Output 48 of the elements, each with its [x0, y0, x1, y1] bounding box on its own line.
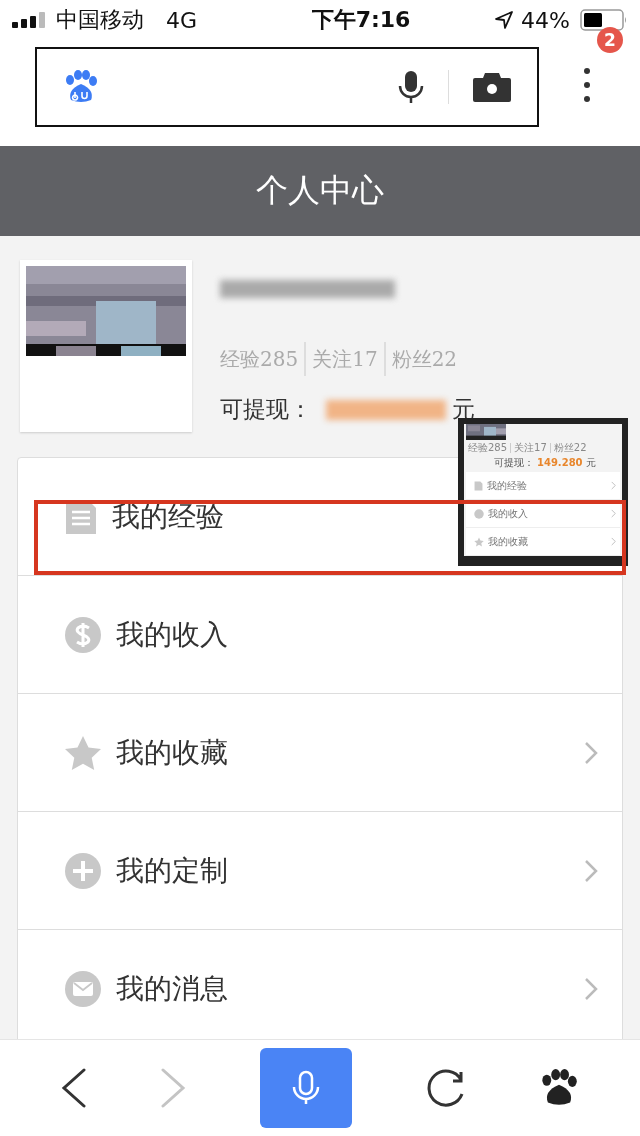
profile-stat: 粉丝22 [553, 442, 587, 454]
withdraw-amount: 149.280 [537, 456, 583, 470]
camera-icon[interactable] [473, 71, 511, 103]
chevron-right-icon [611, 509, 616, 518]
menu-item[interactable]: 我的收入 [64, 615, 228, 654]
chevron-right-icon [611, 537, 616, 546]
menu-item[interactable]: 我的消息 [64, 969, 228, 1008]
chevron-right-icon [584, 740, 598, 765]
page-title: 个人中心 [256, 170, 384, 211]
location-arrow-icon [495, 11, 514, 29]
paw-icon[interactable] [539, 1068, 580, 1108]
menu-item[interactable]: 我的定制 [64, 851, 228, 890]
profile-stat: 经验285 [220, 345, 299, 373]
network-type: 4G [166, 7, 198, 33]
menu-item-label: 我的收藏 [488, 534, 529, 549]
profile-stat: 关注17 [514, 442, 547, 454]
plus-icon [64, 851, 102, 890]
back-icon[interactable] [60, 1068, 87, 1108]
battery-percent: 44% [521, 7, 570, 33]
menu-item[interactable]: 我的经验 [64, 497, 224, 536]
microphone-icon[interactable] [398, 70, 424, 104]
star-icon [64, 734, 102, 771]
star-icon [474, 536, 484, 547]
profile-stat: 粉丝22 [391, 345, 458, 373]
carrier-name: 中国移动 [56, 6, 144, 34]
signal-icon [12, 12, 46, 28]
profile-stat: 经验285 [468, 442, 508, 454]
withdraw-label: 可提现： [220, 395, 312, 424]
battery-icon [580, 9, 628, 31]
chevron-right-icon [584, 858, 598, 883]
chevron-right-icon [611, 481, 616, 490]
currency-unit: 元 [585, 456, 596, 470]
refresh-icon[interactable] [425, 1068, 466, 1108]
more-menu-icon[interactable] [583, 67, 591, 103]
profile-stat: 关注17 [312, 345, 378, 373]
menu-item[interactable]: 我的收藏 [64, 733, 228, 772]
document-icon [474, 480, 483, 491]
search-field[interactable] [35, 47, 539, 127]
withdraw-label: 可提现： [494, 456, 534, 470]
menu-item-label: 我的经验 [487, 478, 528, 493]
microphone-icon [291, 1070, 321, 1106]
voice-search-button[interactable] [260, 1048, 352, 1128]
mail-icon [64, 969, 102, 1008]
clock-time: 下午7:16 [310, 6, 411, 34]
paw-logo-icon [63, 70, 99, 104]
chevron-right-icon [584, 976, 598, 1001]
menu-item-label: 我的收入 [488, 506, 529, 521]
notification-badge: 2 [597, 27, 623, 53]
